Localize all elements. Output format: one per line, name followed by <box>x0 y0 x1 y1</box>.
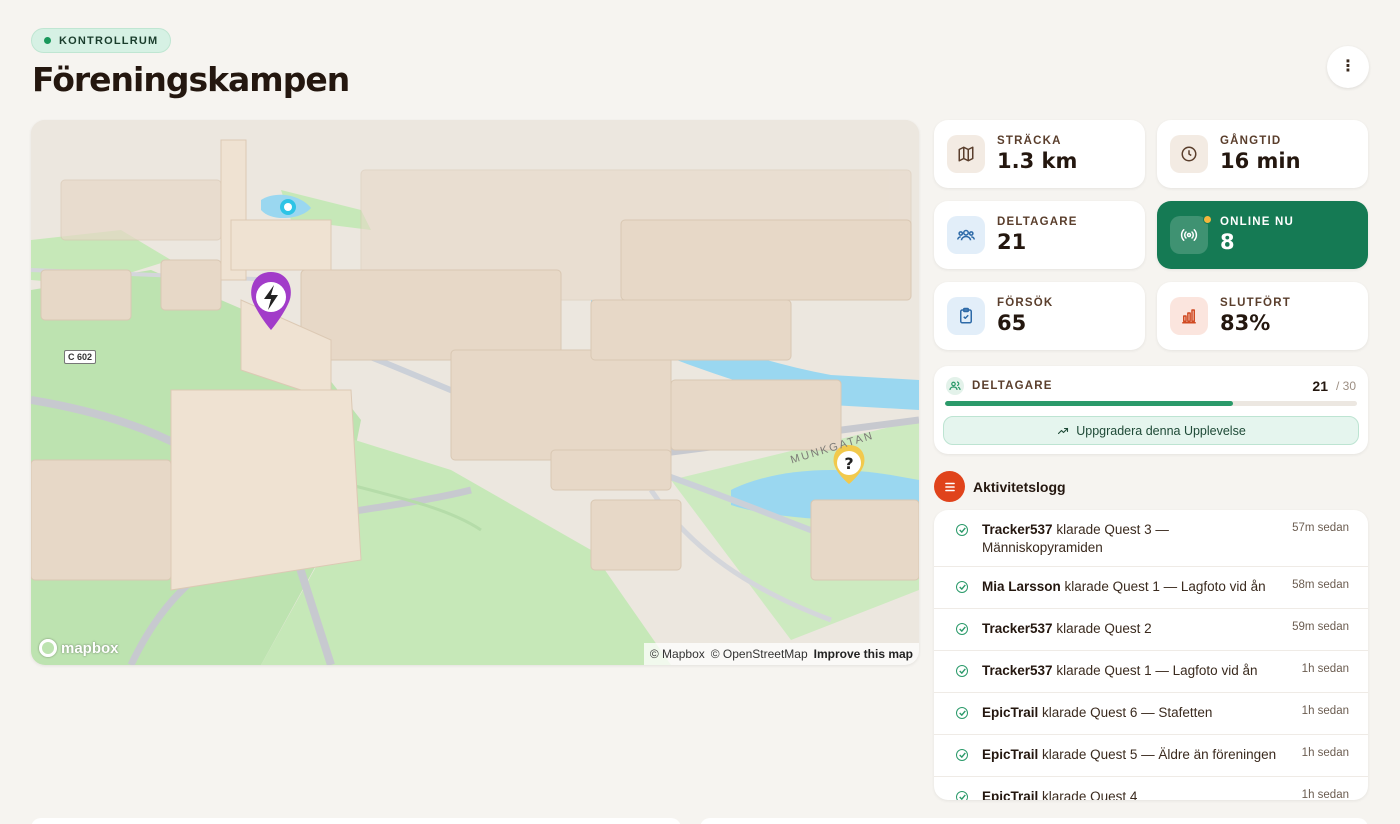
activity-log-list[interactable]: Tracker537 klarade Quest 3 — Människopyr… <box>934 510 1368 800</box>
status-badge: KONTROLLRUM <box>31 28 172 53</box>
stat-label: DELTAGARE <box>997 216 1078 228</box>
activity-action: klarade Quest 1 — Lagfoto vid ån <box>1064 579 1266 594</box>
mapbox-logo[interactable]: mapbox <box>39 639 119 657</box>
stat-card-walktime: GÅNGTID 16 min <box>1157 120 1368 188</box>
activity-action: klarade Quest 5 — Äldre än föreningen <box>1042 747 1277 762</box>
attribution-osm[interactable]: © OpenStreetMap <box>711 647 808 661</box>
activity-action: klarade Quest 6 — Stafetten <box>1042 705 1213 720</box>
upgrade-button-label: Uppgradera denna Upplevelse <box>1076 423 1246 438</box>
participants-card: DELTAGARE 21 / 30 Uppgradera denna Upple… <box>934 366 1368 454</box>
stat-label: ONLINE NU <box>1220 216 1295 228</box>
list-icon <box>934 471 965 502</box>
activity-time: 57m sedan <box>1292 522 1349 534</box>
activity-time: 1h sedan <box>1301 705 1349 717</box>
road-label: C 602 <box>64 350 97 364</box>
check-circle-icon <box>956 707 968 719</box>
map-attribution: © Mapbox © OpenStreetMap Improve this ma… <box>643 643 919 665</box>
stat-card-participants: DELTAGARE 21 <box>934 201 1145 269</box>
list-item: EpicTrail klarade Quest 6 — Stafetten 1h… <box>934 693 1368 735</box>
list-item: EpicTrail klarade Quest 4 1h sedan <box>934 777 1368 800</box>
clipboard-icon <box>947 297 985 335</box>
activity-user[interactable]: EpicTrail <box>982 789 1038 800</box>
stat-value: 83% <box>1220 311 1271 335</box>
mapbox-logo-icon <box>39 639 57 657</box>
participants-progress-bar <box>945 401 1357 406</box>
activity-time: 1h sedan <box>1301 747 1349 759</box>
activity-user[interactable]: Tracker537 <box>982 522 1053 537</box>
activity-time: 58m sedan <box>1292 579 1349 591</box>
list-item: Tracker537 klarade Quest 1 — Lagfoto vid… <box>934 651 1368 693</box>
list-item: Tracker537 klarade Quest 3 — Människopyr… <box>934 510 1368 567</box>
stat-value: 8 <box>1220 230 1235 254</box>
check-circle-icon <box>956 749 968 761</box>
check-circle-icon <box>956 581 968 593</box>
participants-count: 21 <box>1312 378 1328 394</box>
stat-card-online: ONLINE NU 8 <box>1157 201 1368 269</box>
list-item: Mia Larsson klarade Quest 1 — Lagfoto vi… <box>934 567 1368 609</box>
stat-value: 1.3 km <box>997 149 1078 173</box>
users-icon <box>947 216 985 254</box>
activity-time: 1h sedan <box>1301 663 1349 675</box>
more-options-button[interactable]: ⋮ <box>1327 46 1369 88</box>
stat-value: 16 min <box>1220 149 1301 173</box>
activity-user[interactable]: Tracker537 <box>982 663 1053 678</box>
map-view[interactable]: ? C 602 MUNKGATAN mapbox © Mapbox © Open… <box>31 120 919 665</box>
more-vertical-icon: ⋮ <box>1340 58 1356 75</box>
stat-card-attempts: FÖRSÖK 65 <box>934 282 1145 350</box>
stat-value: 65 <box>997 311 1027 335</box>
trending-up-icon <box>1058 427 1069 434</box>
stat-label: FÖRSÖK <box>997 297 1054 309</box>
list-item: EpicTrail klarade Quest 5 — Äldre än för… <box>934 735 1368 777</box>
stat-label: STRÄCKA <box>997 135 1062 147</box>
improve-map-link[interactable]: Improve this map <box>814 647 913 661</box>
participants-total: / 30 <box>1335 379 1356 393</box>
clock-icon <box>1170 135 1208 173</box>
broadcast-icon <box>1170 216 1208 254</box>
bottom-card-right <box>700 818 1368 824</box>
small-marker[interactable] <box>280 199 296 215</box>
stat-card-distance: STRÄCKA 1.3 km <box>934 120 1145 188</box>
badge-label: KONTROLLRUM <box>59 34 159 47</box>
stat-label: GÅNGTID <box>1220 135 1282 147</box>
bar-chart-icon <box>1170 297 1208 335</box>
map-icon <box>947 135 985 173</box>
activity-log-title: Aktivitetslogg <box>973 478 1066 495</box>
stat-value: 21 <box>997 230 1027 254</box>
check-circle-icon <box>956 791 968 800</box>
activity-log-header: Aktivitetslogg <box>934 471 1066 502</box>
check-circle-icon <box>956 665 968 677</box>
live-dot <box>44 37 51 44</box>
upgrade-button[interactable]: Uppgradera denna Upplevelse <box>943 416 1359 445</box>
activity-action: klarade Quest 2 <box>1056 621 1152 636</box>
list-item: Tracker537 klarade Quest 2 59m sedan <box>934 609 1368 651</box>
stat-label: SLUTFÖRT <box>1220 297 1291 309</box>
participants-label: DELTAGARE <box>972 380 1053 392</box>
activity-time: 1h sedan <box>1301 789 1349 800</box>
check-circle-icon <box>956 623 968 635</box>
activity-user[interactable]: Tracker537 <box>982 621 1053 636</box>
stat-card-completed: SLUTFÖRT 83% <box>1157 282 1368 350</box>
activity-time: 59m sedan <box>1292 621 1349 633</box>
page-title: Föreningskampen <box>32 60 350 99</box>
users-icon <box>946 377 964 395</box>
online-indicator-dot <box>1203 215 1212 224</box>
attribution-mapbox[interactable]: © Mapbox <box>650 647 705 661</box>
activity-user[interactable]: EpicTrail <box>982 747 1038 762</box>
svg-text:?: ? <box>844 454 853 473</box>
check-circle-icon <box>956 524 968 536</box>
activity-user[interactable]: Mia Larsson <box>982 579 1061 594</box>
activity-action: klarade Quest 4 <box>1042 789 1138 800</box>
activity-user[interactable]: EpicTrail <box>982 705 1038 720</box>
participants-progress-fill <box>945 401 1234 406</box>
map-canvas[interactable]: ? <box>31 120 919 665</box>
activity-action: klarade Quest 1 — Lagfoto vid ån <box>1056 663 1258 678</box>
bottom-card-left <box>31 818 681 824</box>
